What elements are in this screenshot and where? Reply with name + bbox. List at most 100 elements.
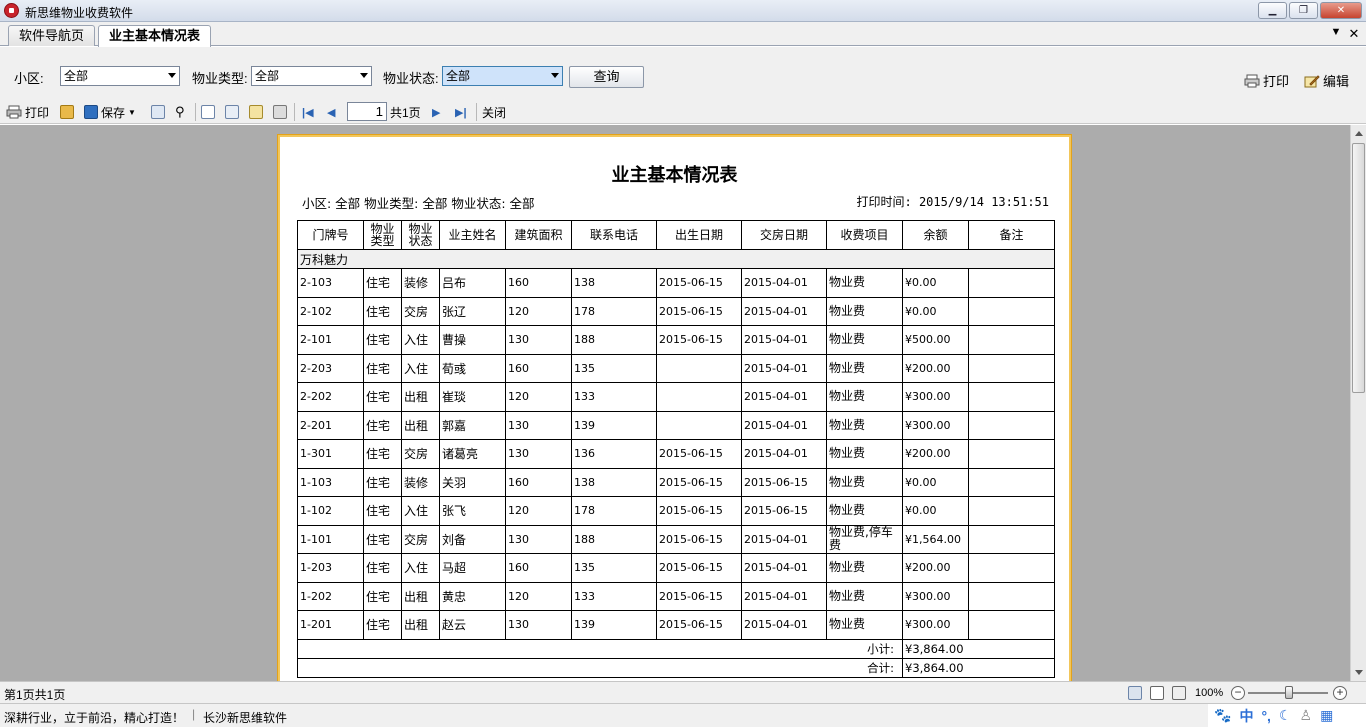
table-cell: 135 bbox=[571, 553, 657, 583]
tab-owner-report[interactable]: 业主基本情况表 bbox=[98, 25, 212, 47]
table-cell: ¥500.00 bbox=[902, 325, 969, 355]
table-cell: 1-101 bbox=[297, 524, 364, 554]
table-cell: 160 bbox=[505, 353, 572, 383]
table-cell: 物业费 bbox=[826, 353, 903, 383]
property-type-select[interactable]: 全部 bbox=[251, 66, 372, 86]
close-tab-icon[interactable]: ✕ bbox=[1346, 26, 1362, 42]
table-cell: 住宅 bbox=[363, 524, 402, 554]
window-title: 新思维物业收费软件 bbox=[25, 6, 134, 20]
table-cell: 马超 bbox=[439, 553, 506, 583]
table-cell: 2015-04-01 bbox=[741, 581, 827, 611]
table-row: 2-101 住宅 入住 曹操 130 188 2015-06-15 2015-04-01 物业费… bbox=[297, 325, 1055, 355]
zoom-out-icon[interactable]: − bbox=[1231, 686, 1245, 700]
punctuation-icon[interactable]: °, bbox=[1261, 708, 1271, 724]
table-cell: 2015-04-01 bbox=[741, 296, 827, 326]
ime-mode[interactable]: 中 bbox=[1239, 706, 1253, 726]
restore-button[interactable]: ❐ bbox=[1289, 2, 1318, 19]
edit-button[interactable]: 编辑 bbox=[1304, 71, 1349, 90]
floppy-disk-icon bbox=[84, 105, 98, 119]
table-cell: 136 bbox=[571, 439, 657, 469]
previous-page-button[interactable]: ◀ bbox=[327, 104, 335, 120]
open-button[interactable] bbox=[60, 104, 74, 120]
next-page-button[interactable]: ▶ bbox=[432, 104, 440, 120]
query-button[interactable]: 查询 bbox=[569, 66, 644, 88]
grid-menu-icon[interactable]: ▦ bbox=[1320, 707, 1333, 724]
print-button[interactable]: 打印 bbox=[1244, 71, 1289, 90]
table-cell: 2015-04-01 bbox=[741, 268, 827, 298]
email-button[interactable] bbox=[151, 104, 165, 120]
bottom-separator: | bbox=[192, 707, 196, 721]
table-cell: 1-203 bbox=[297, 553, 364, 583]
table-cell: 130 bbox=[505, 410, 572, 440]
table-cell: ¥300.00 bbox=[902, 382, 969, 412]
moon-icon[interactable]: ☾ bbox=[1279, 707, 1292, 724]
total-row-value: ¥3,864.00 bbox=[902, 657, 969, 678]
continuous-view-icon[interactable] bbox=[1128, 686, 1142, 700]
table-cell: 入住 bbox=[401, 553, 440, 583]
chevron-down-icon[interactable]: ▼ bbox=[128, 108, 136, 117]
folder-open-icon bbox=[60, 105, 74, 119]
user-icon[interactable]: ♙ bbox=[1300, 707, 1313, 724]
vertical-scrollbar[interactable] bbox=[1350, 125, 1366, 681]
table-cell: ¥300.00 bbox=[902, 410, 969, 440]
ime-toolbar[interactable]: 🐾 中 °, ☾ ♙ ▦ bbox=[1208, 703, 1366, 727]
thumbnail-button[interactable] bbox=[273, 104, 287, 120]
table-cell: 1-202 bbox=[297, 581, 364, 611]
table-row: 1-203 住宅 入住 马超 160 135 2015-06-15 2015-04-01 物业费… bbox=[297, 553, 1055, 583]
save-button[interactable]: 保存 ▼ bbox=[84, 104, 136, 120]
tab-label: 软件导航页 bbox=[19, 28, 85, 43]
scrollbar-thumb[interactable] bbox=[1352, 143, 1365, 393]
zoom-slider-handle[interactable] bbox=[1285, 686, 1293, 699]
total-row: 合计: ¥3,864.00 bbox=[297, 657, 1055, 678]
zoom-in-icon[interactable]: + bbox=[1333, 686, 1347, 700]
close-report-button[interactable]: 关闭 bbox=[482, 104, 506, 120]
column-header: 余额 bbox=[902, 220, 969, 250]
table-row: 1-201 住宅 出租 赵云 130 139 2015-06-15 2015-04-01 物业费… bbox=[297, 610, 1055, 640]
table-cell: ¥200.00 bbox=[902, 439, 969, 469]
minimize-button[interactable]: ▁ bbox=[1258, 2, 1287, 19]
table-cell: 2015-04-01 bbox=[741, 410, 827, 440]
area-select[interactable]: 全部 bbox=[60, 66, 180, 86]
tab-list-dropdown-icon[interactable]: ▼ bbox=[1328, 26, 1344, 38]
design-button[interactable] bbox=[249, 104, 263, 120]
zoom-button[interactable] bbox=[225, 104, 239, 120]
toolbar-print-button[interactable]: 打印 bbox=[6, 104, 49, 120]
single-page-icon[interactable] bbox=[1150, 686, 1164, 700]
table-row: 1-103 住宅 装修 关羽 160 138 2015-06-15 2015-06-15 物业费… bbox=[297, 467, 1055, 497]
page-total-label: 共1页 bbox=[390, 105, 421, 120]
table-cell bbox=[968, 439, 1055, 469]
tab-nav-page[interactable]: 软件导航页 bbox=[8, 25, 96, 46]
table-cell: 130 bbox=[505, 524, 572, 554]
table-cell: ¥200.00 bbox=[902, 353, 969, 383]
property-status-select[interactable]: 全部 bbox=[442, 66, 563, 86]
multi-page-icon[interactable] bbox=[1172, 686, 1186, 700]
table-cell: 出租 bbox=[401, 410, 440, 440]
column-header: 联系电话 bbox=[571, 220, 657, 250]
page-setup-button[interactable] bbox=[201, 104, 215, 120]
column-header: 备注 bbox=[968, 220, 1055, 250]
tab-label: 业主基本情况表 bbox=[109, 28, 201, 43]
column-header: 门牌号 bbox=[297, 220, 364, 250]
find-button[interactable]: ⚲ bbox=[175, 104, 185, 120]
scroll-up-icon[interactable] bbox=[1355, 131, 1363, 136]
table-cell: 住宅 bbox=[363, 353, 402, 383]
report-preview-area: 业主基本情况表 小区: 全部 物业类型: 全部 物业状态: 全部 打印时间: 2… bbox=[0, 125, 1350, 681]
last-page-button[interactable]: ▶| bbox=[455, 104, 467, 120]
table-cell: 2015-06-15 bbox=[656, 467, 742, 497]
bottom-info-bar: 深耕行业，立于前沿，精心打造！ | 长沙新思维软件 bbox=[0, 703, 1366, 727]
table-cell: 1-301 bbox=[297, 439, 364, 469]
page-setup-icon bbox=[201, 105, 215, 119]
table-cell: 2015-06-15 bbox=[656, 268, 742, 298]
scroll-down-icon[interactable] bbox=[1355, 670, 1363, 675]
email-icon bbox=[151, 105, 165, 119]
table-cell: 2015-04-01 bbox=[741, 439, 827, 469]
table-cell: 入住 bbox=[401, 325, 440, 355]
slogan-text: 深耕行业，立于前沿，精心打造！ bbox=[4, 711, 185, 725]
table-cell: 物业费 bbox=[826, 610, 903, 640]
table-cell bbox=[656, 410, 742, 440]
chevron-down-icon bbox=[168, 73, 176, 78]
close-window-button[interactable]: ✕ bbox=[1320, 2, 1362, 19]
window-titlebar: 新思维物业收费软件 ▁ ❐ ✕ bbox=[0, 0, 1366, 22]
page-number-input[interactable] bbox=[347, 102, 387, 121]
first-page-button[interactable]: |◀ bbox=[302, 104, 314, 120]
